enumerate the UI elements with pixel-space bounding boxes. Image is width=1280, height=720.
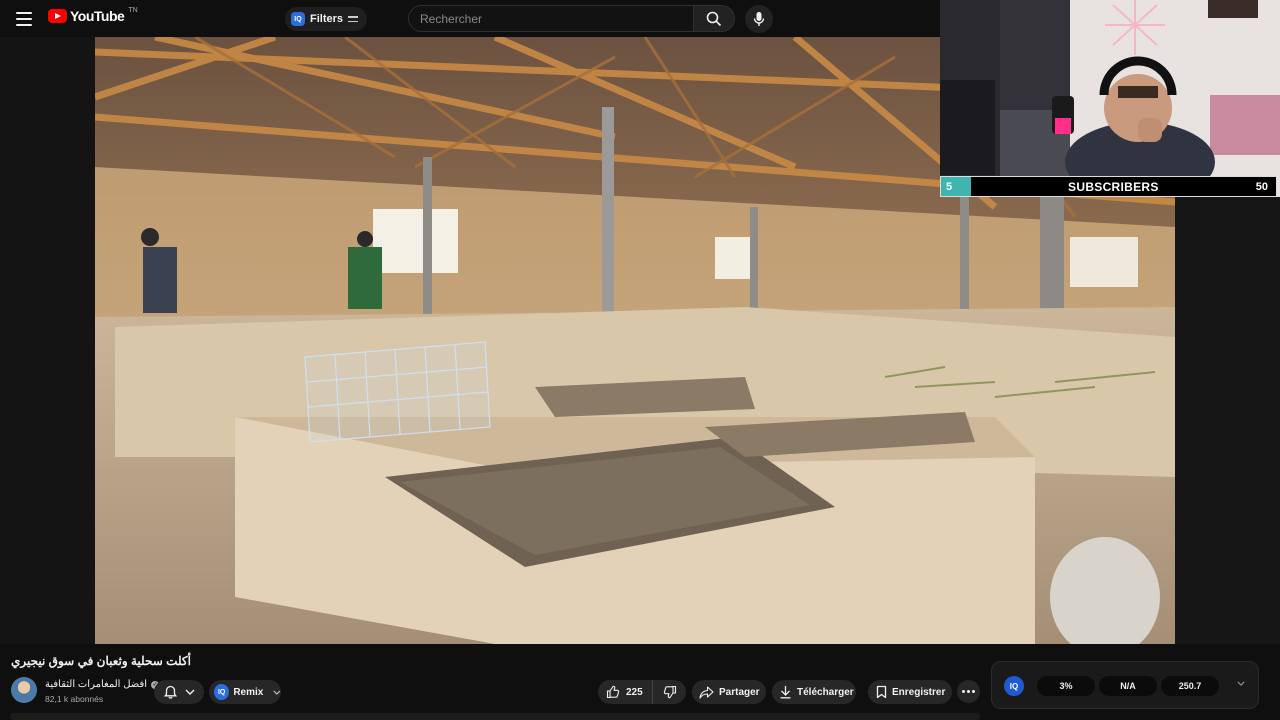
- top-bar: YouTube TN IQ Filters: [0, 0, 940, 37]
- sliders-icon: [348, 15, 359, 23]
- share-button[interactable]: Partager: [692, 680, 766, 704]
- youtube-watch-page: YouTube TN IQ Filters Rechercher 5 SUBSC…: [0, 0, 1280, 720]
- webcam-image: [940, 0, 1280, 197]
- dislike-button[interactable]: [653, 685, 686, 699]
- subscriber-current: 5: [946, 180, 953, 193]
- bookmark-icon: [876, 685, 887, 699]
- thumbs-down-icon: [663, 685, 676, 699]
- search-button[interactable]: [693, 5, 735, 32]
- channel-subscriber-count: 82,1 k abonnés: [45, 694, 104, 704]
- chevron-down-icon: [273, 690, 281, 695]
- video-letterbox-right: [1175, 197, 1280, 644]
- more-dot-icon: [962, 690, 965, 693]
- iq-badge-icon: IQ: [291, 12, 305, 26]
- hamburger-menu-icon[interactable]: [14, 9, 34, 29]
- like-count: 225: [626, 686, 643, 698]
- iq-stat-na: N/A: [1099, 676, 1157, 696]
- iq-stat-percent: 3%: [1037, 676, 1095, 696]
- channel-name-row[interactable]: افضل المغامرات الثقافية ✓: [45, 679, 160, 690]
- iq-badge-icon: IQ: [214, 684, 230, 700]
- search-input[interactable]: [420, 11, 693, 26]
- voice-search-button[interactable]: [745, 5, 773, 33]
- chevron-down-icon[interactable]: [1237, 681, 1245, 686]
- streamer-webcam: [940, 0, 1280, 197]
- download-button[interactable]: Télécharger: [772, 680, 856, 704]
- more-dot-icon: [967, 690, 970, 693]
- like-dislike-group: 225: [598, 680, 686, 704]
- notification-bell-button[interactable]: [154, 680, 204, 704]
- download-icon: [780, 686, 791, 699]
- search-icon: [706, 11, 722, 26]
- share-label: Partager: [719, 686, 760, 698]
- logo-country-code: TN: [128, 6, 138, 14]
- channel-avatar[interactable]: [11, 677, 37, 703]
- subscriber-goal-bar: 5 SUBSCRIBERS 50: [940, 176, 1277, 197]
- filters-label: Filters: [310, 13, 344, 25]
- subscriber-goal-label: SUBSCRIBERS: [1068, 179, 1159, 194]
- download-label: Télécharger: [797, 686, 854, 698]
- filters-button[interactable]: IQ Filters: [285, 7, 368, 31]
- bell-icon: [163, 685, 177, 699]
- search-box: [408, 5, 694, 32]
- subscriber-goal-target: 50: [1255, 180, 1268, 193]
- iq-stats-panel: IQ 3% N/A 250.7: [991, 661, 1259, 709]
- subscriber-goal-fill: 5: [941, 177, 971, 196]
- bottom-scroll-track: [10, 713, 980, 720]
- youtube-play-icon: [48, 9, 67, 23]
- logo-text: YouTube: [70, 8, 125, 24]
- iq-stat-score: 250.7: [1161, 676, 1219, 696]
- more-actions-button[interactable]: [957, 680, 980, 703]
- save-button[interactable]: Enregistrer: [868, 680, 952, 704]
- like-button[interactable]: 225: [598, 680, 653, 704]
- microphone-icon: [753, 12, 765, 26]
- thumbs-up-icon: [606, 685, 620, 699]
- share-icon: [699, 685, 714, 699]
- more-dot-icon: [972, 690, 975, 693]
- youtube-logo[interactable]: YouTube TN: [48, 6, 138, 24]
- video-letterbox-left: [0, 37, 95, 644]
- save-label: Enregistrer: [892, 686, 946, 698]
- remix-label: Remix: [233, 686, 264, 698]
- channel-name[interactable]: افضل المغامرات الثقافية: [45, 679, 147, 690]
- chevron-down-icon: [185, 689, 194, 695]
- video-title: أكلت سحلية وثعبان في سوق نيجيري: [11, 654, 191, 668]
- iq-logo-icon[interactable]: IQ: [1004, 676, 1024, 696]
- remix-button[interactable]: IQ Remix: [209, 680, 281, 704]
